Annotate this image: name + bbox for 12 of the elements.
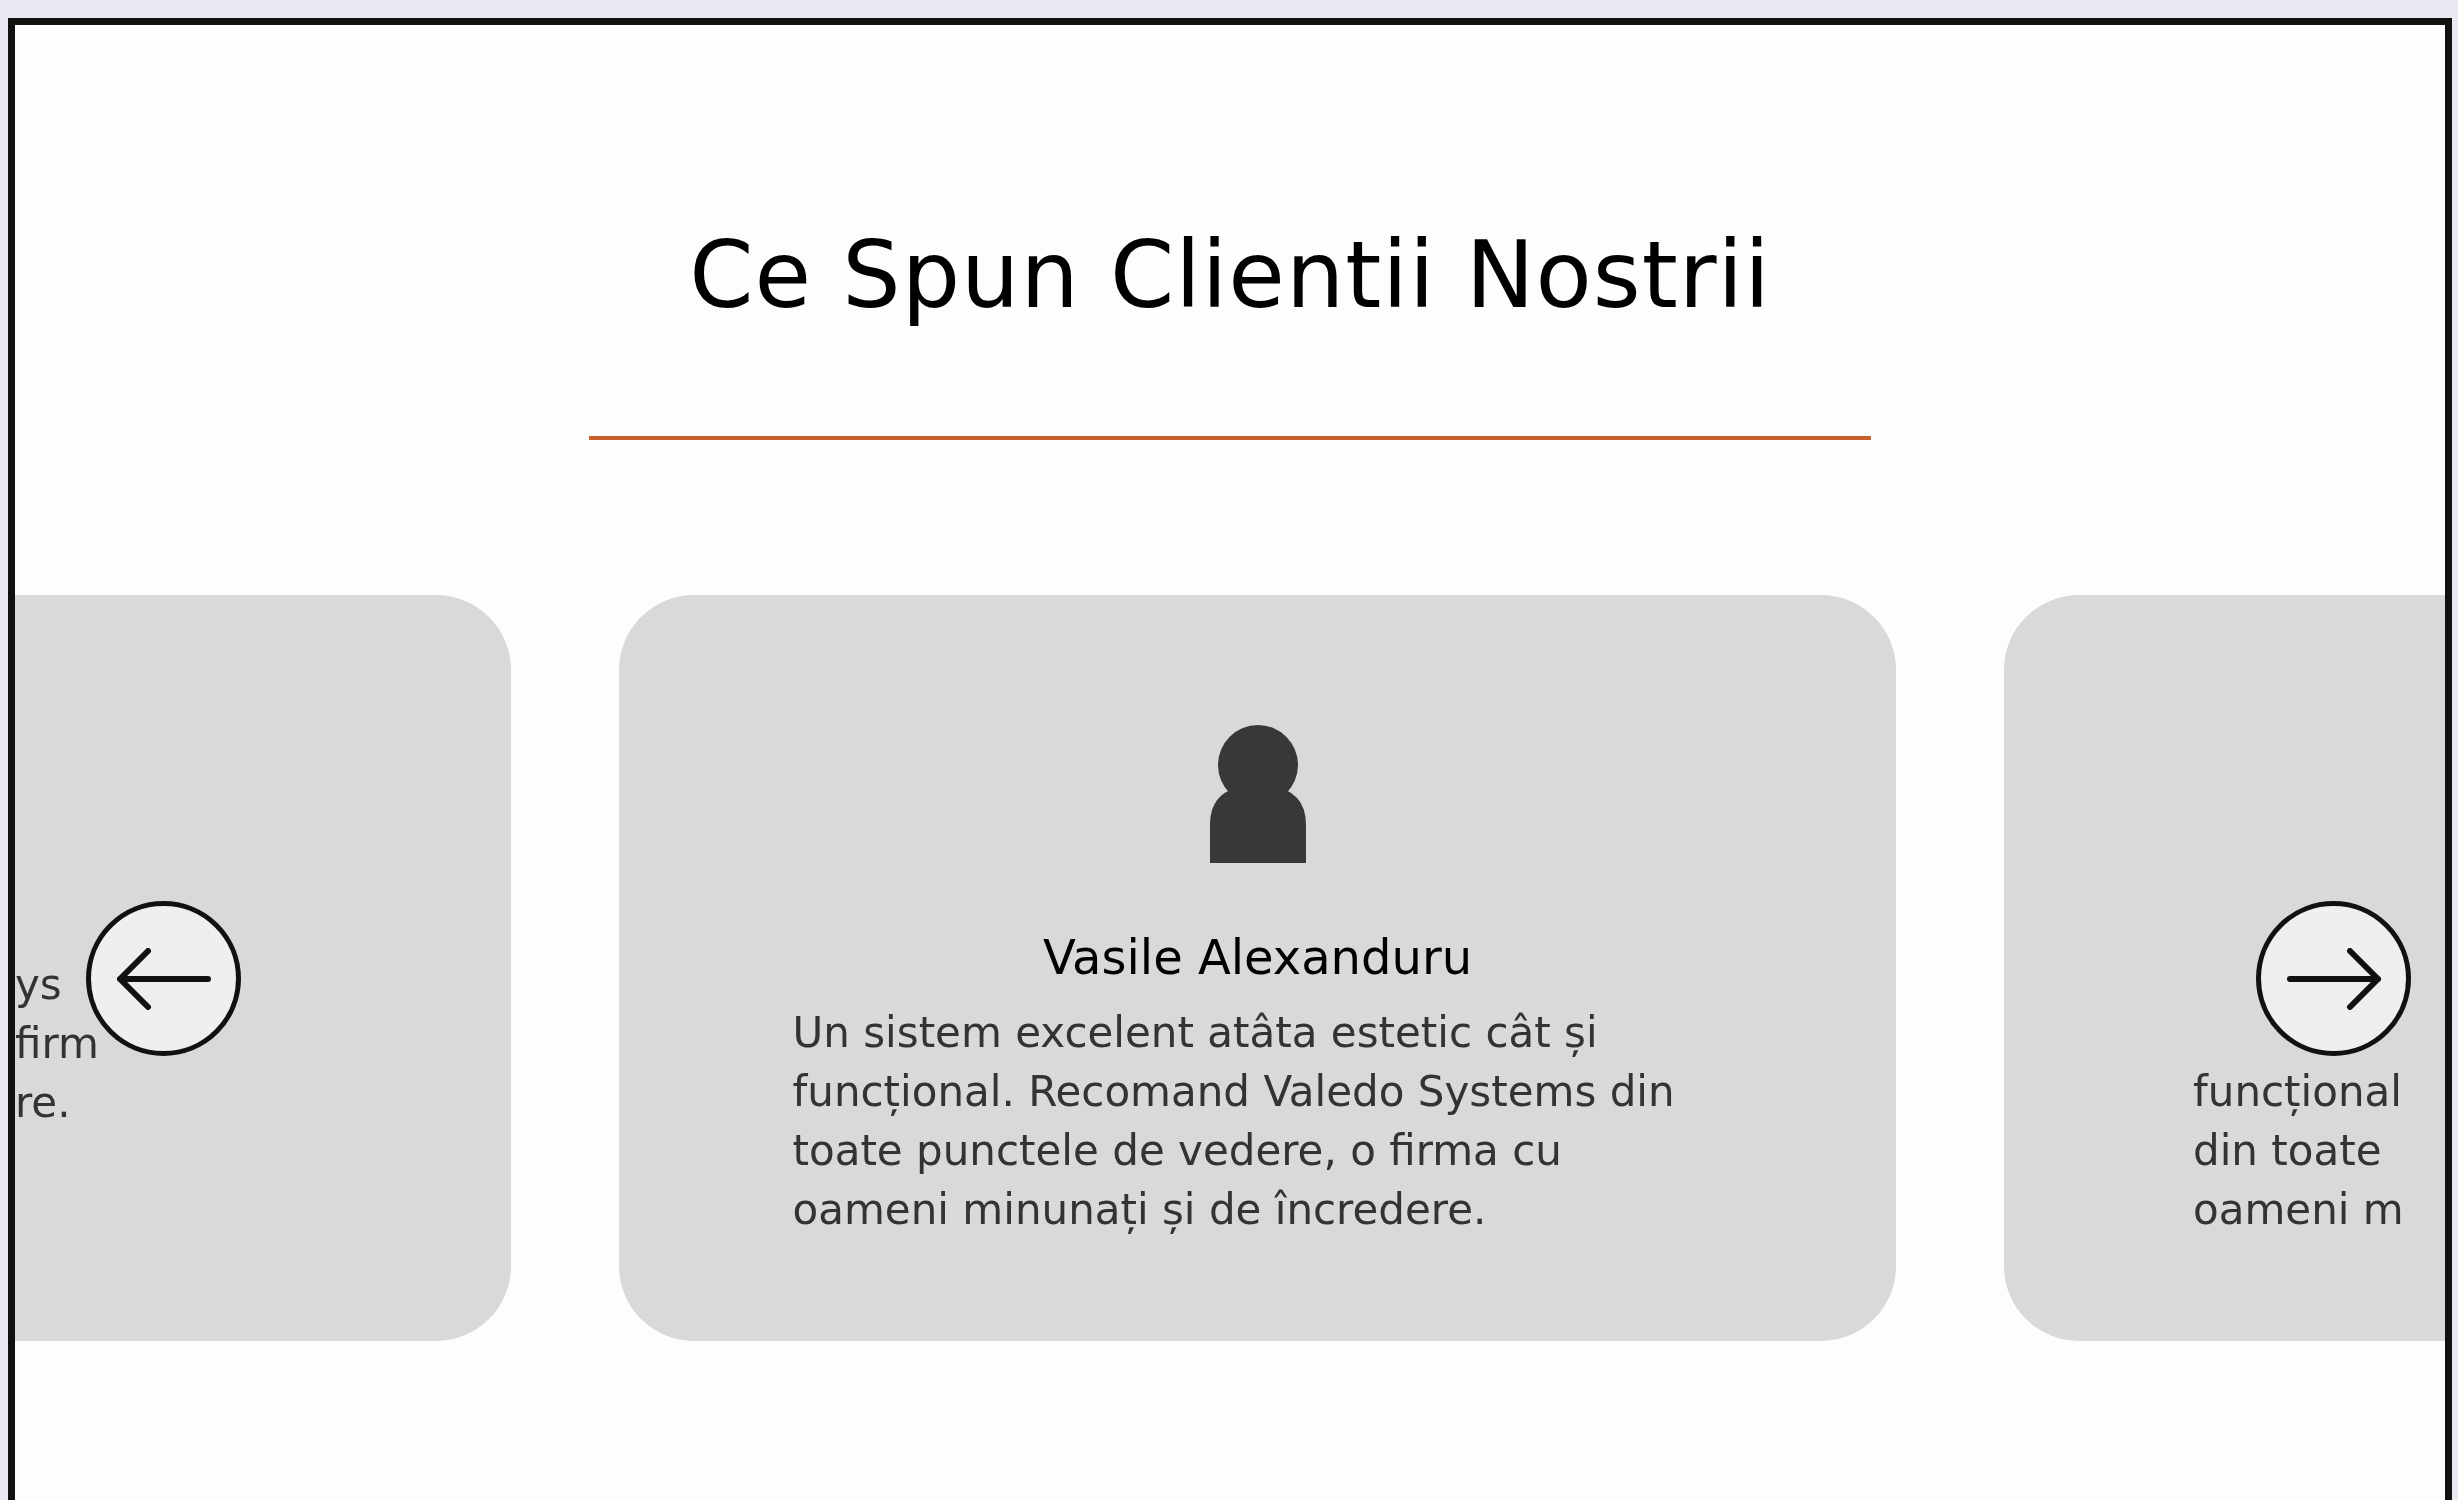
client-name: Vasile Alexanduru: [1042, 929, 1473, 986]
testimonial-text: Un sistem excelent atâta estetic cât și funcțional. Recomand Valedo Systems din toate punctele de vedere, o firma cu oameni minunați și de încredere.: [792, 1007, 1676, 1237]
right-arrow-icon: [2285, 947, 2382, 1010]
testimonial-text-fragment: din toate: [2193, 1125, 2382, 1178]
testimonial-text-fragment: funcțional: [2193, 1066, 2402, 1119]
testimonial-text-fragment: firm: [15, 1018, 99, 1071]
person-silhouette-icon: [1209, 725, 1306, 864]
left-arrow-icon: [115, 947, 212, 1010]
section-heading: Ce Spun Clientii Nostrii: [689, 225, 1771, 327]
testimonial-text-fragment: ys: [15, 959, 62, 1012]
testimonial-text-fragment: re.: [15, 1077, 71, 1130]
testimonial-text-fragment: oameni m: [2193, 1184, 2404, 1237]
